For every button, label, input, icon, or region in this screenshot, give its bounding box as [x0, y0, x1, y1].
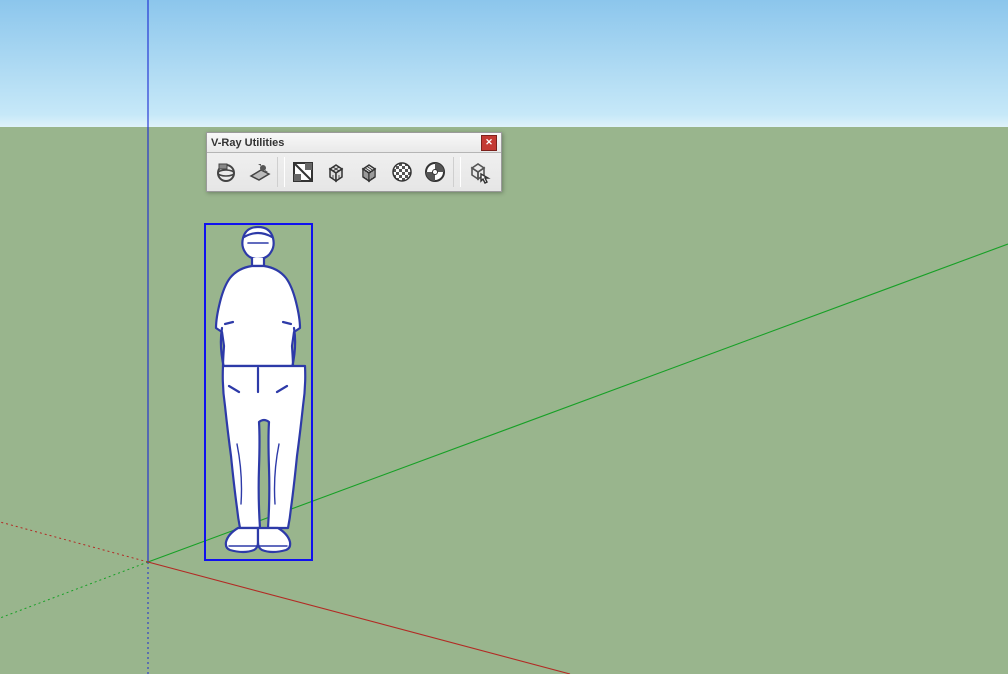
- cube-wireframe-icon[interactable]: [320, 156, 352, 188]
- uv-tool-icon[interactable]: [287, 156, 319, 188]
- checker-sphere-icon[interactable]: [386, 156, 418, 188]
- sky-background: [0, 0, 1008, 127]
- toolbar-separator: [277, 157, 285, 187]
- cube-select-icon[interactable]: [463, 156, 495, 188]
- toolbar-title-text: V-Ray Utilities: [211, 137, 284, 149]
- cube-grid-icon[interactable]: [353, 156, 385, 188]
- vray-plane-icon[interactable]: [243, 156, 275, 188]
- vray-utilities-toolbar[interactable]: V-Ray Utilities ✕: [206, 132, 502, 192]
- disc-icon[interactable]: [419, 156, 451, 188]
- toolbar-titlebar[interactable]: V-Ray Utilities ✕: [207, 133, 501, 153]
- vray-sphere-icon[interactable]: [210, 156, 242, 188]
- toolbar-body: [207, 153, 501, 191]
- ground-plane: [0, 127, 1008, 674]
- sketchup-viewport[interactable]: [0, 0, 1008, 674]
- toolbar-separator: [453, 157, 461, 187]
- close-icon[interactable]: ✕: [481, 135, 497, 151]
